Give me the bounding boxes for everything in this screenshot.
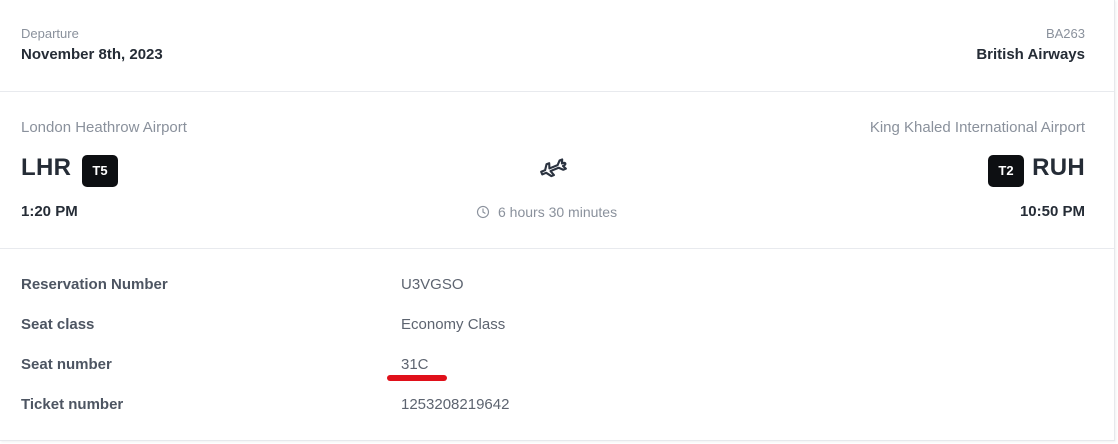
flight-number: BA263 (1045, 26, 1085, 41)
origin-airport-name: London Heathrow Airport (21, 119, 187, 136)
ticket-number-value: 1253208219642 (401, 396, 510, 413)
reservation-number-label: Reservation Number (21, 276, 168, 293)
origin-code: LHR (21, 154, 72, 181)
ticket-number-label: Ticket number (21, 396, 124, 413)
airplane-icon (536, 150, 570, 184)
seat-class-value: Economy Class (401, 316, 506, 333)
booking-details: Reservation Number U3VGSO Seat class Eco… (0, 249, 1114, 441)
reservation-number-value: U3VGSO (401, 276, 464, 293)
duration-text: 6 hours 30 minutes (498, 204, 618, 220)
flight-header: Departure November 8th, 2023 BA263 Briti… (0, 0, 1114, 92)
seat-number-label: Seat number (21, 356, 112, 373)
flight-route: London Heathrow Airport King Khaled Inte… (0, 92, 1114, 249)
departure-date: November 8th, 2023 (21, 46, 163, 63)
departure-time: 1:20 PM (21, 203, 78, 220)
departure-label: Departure (21, 26, 79, 41)
seat-class-label: Seat class (21, 316, 95, 333)
clock-icon (476, 205, 490, 219)
flight-card: Departure November 8th, 2023 BA263 Briti… (0, 0, 1115, 441)
flight-duration: 6 hours 30 minutes (476, 204, 617, 220)
destination-airport-name: King Khaled International Airport (869, 119, 1085, 136)
seat-number-value: 31C (401, 356, 429, 373)
airline-name: British Airways (976, 46, 1085, 63)
destination-terminal-badge: T2 (988, 155, 1024, 187)
seat-number-highlight (387, 375, 447, 381)
destination-code: RUH (1032, 154, 1085, 181)
origin-terminal-badge: T5 (82, 155, 118, 187)
arrival-time: 10:50 PM (1019, 203, 1085, 220)
